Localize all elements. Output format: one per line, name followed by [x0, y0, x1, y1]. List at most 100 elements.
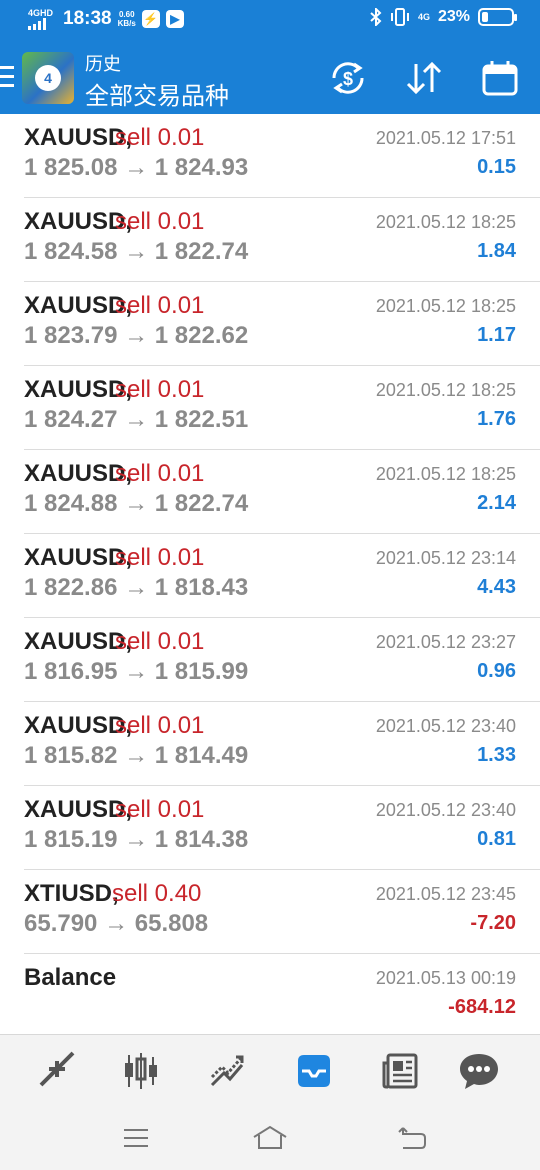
trade-prices: 1 816.95 → 1 815.99 — [24, 658, 248, 686]
trade-row[interactable]: XAUUSD, sell 0.01 1 823.79 → 1 822.62 2021.… — [0, 282, 540, 366]
arrow-icon: → — [104, 910, 129, 937]
network-4g: 4G — [417, 11, 430, 22]
system-nav-bar — [0, 1106, 540, 1170]
trade-side: sell 0.01 — [115, 376, 205, 403]
arrow-icon: → — [124, 742, 149, 769]
battery-icon — [478, 8, 517, 26]
network-speed: 0.60 KB/s — [117, 10, 136, 28]
trade-time: 2021.05.12 18:25 — [375, 212, 516, 232]
vibrate-icon — [390, 8, 409, 26]
trade-prices: 1 815.19 → 1 814.38 — [24, 826, 248, 854]
trade-row[interactable]: XAUUSD, sell 0.01 1 815.82 → 1 814.49 2021.… — [0, 702, 540, 786]
toolbar-title[interactable]: 全部交易品种 — [85, 76, 229, 111]
trade-time: 2021.05.12 18:25 — [375, 296, 516, 316]
trade-time: 2021.05.12 18:25 — [375, 464, 516, 484]
close-price: 65.808 — [134, 910, 209, 937]
trade-row[interactable]: XAUUSD, sell 0.01 1 824.58 → 1 822.74 2021.… — [0, 198, 540, 282]
trade-prices: 1 824.88 → 1 822.74 — [24, 490, 248, 518]
inbox-icon — [298, 1055, 330, 1087]
trade-side: sell 0.01 — [115, 628, 205, 655]
trade-side: sell 0.01 — [115, 208, 205, 235]
trade-prices: 1 825.08 → 1 824.93 — [24, 154, 248, 182]
back-icon[interactable] — [392, 1124, 432, 1152]
trade-side: sell 0.01 — [115, 460, 205, 487]
toolbar-subtitle: 历史 — [85, 54, 121, 74]
trade-time: 2021.05.12 23:27 — [375, 632, 516, 652]
home-icon[interactable] — [250, 1124, 290, 1152]
arrow-icon: → — [124, 322, 149, 349]
bottom-nav — [0, 1034, 540, 1106]
trade-prices: 1 815.82 → 1 814.49 — [24, 742, 248, 770]
open-price: 1 815.19 — [24, 826, 118, 853]
trade-row[interactable]: XAUUSD, sell 0.01 1 822.86 → 1 818.43 2021.… — [0, 534, 540, 618]
menu-icon[interactable] — [0, 66, 14, 88]
app-logo[interactable]: 4 — [22, 52, 74, 104]
trade-time: 2021.05.12 23:14 — [375, 548, 516, 568]
recent-apps-icon[interactable] — [116, 1124, 156, 1152]
trade-side: sell 0.01 — [115, 124, 205, 151]
trade-row[interactable]: XTIUSD, sell 0.40 65.790 → 65.808 2021.05.1… — [0, 870, 540, 954]
open-price: 65.790 — [24, 910, 98, 937]
trade-profit: 1.17 — [477, 324, 516, 346]
trade-row[interactable]: XAUUSD, sell 0.01 1 824.27 → 1 822.51 2021.… — [0, 366, 540, 450]
signal-icon: 4GHD — [28, 7, 54, 30]
trade-row[interactable]: XAUUSD, sell 0.01 1 824.88 → 1 822.74 2021.… — [0, 450, 540, 534]
nav-trade[interactable] — [206, 1049, 250, 1093]
trade-profit: 0.81 — [477, 828, 516, 850]
trade-profit: 0.96 — [477, 660, 516, 682]
chat-icon — [460, 1054, 498, 1089]
open-price: 1 824.88 — [24, 490, 118, 517]
open-price: 1 816.95 — [24, 658, 118, 685]
balance-row[interactable]: Balance 2021.05.13 00:19 -684.12 — [0, 954, 540, 1038]
trade-symbol: XTIUSD, — [24, 880, 119, 907]
trade-time: 2021.05.12 18:25 — [375, 380, 516, 400]
nav-messages[interactable] — [457, 1049, 501, 1093]
close-price: 1 814.49 — [154, 742, 249, 769]
currency-exchange-icon[interactable]: $ — [326, 56, 370, 100]
close-price: 1 815.99 — [154, 658, 249, 685]
trend-icon — [210, 1055, 244, 1087]
trade-side: sell 0.40 — [112, 880, 202, 907]
close-price: 1 822.62 — [154, 322, 249, 349]
trade-prices: 1 824.27 → 1 822.51 — [24, 406, 248, 434]
trade-time: 2021.05.12 17:51 — [375, 128, 516, 148]
trade-profit: 4.43 — [477, 576, 516, 598]
open-price: 1 824.58 — [24, 238, 118, 265]
trade-row[interactable]: XAUUSD, sell 0.01 1 815.19 → 1 814.38 2021.… — [0, 786, 540, 870]
sort-arrows-icon[interactable] — [402, 56, 446, 100]
network-type: 4GHD — [28, 7, 54, 18]
arrow-icon: → — [124, 826, 149, 853]
arrow-icon: → — [124, 154, 149, 181]
trade-row[interactable]: XAUUSD, sell 0.01 1 825.08 → 1 824.93 2021.… — [0, 114, 540, 198]
trade-profit: 1.76 — [477, 408, 516, 430]
status-left: 4GHD 18:38 0.60 KB/s ⚡ ▶ — [28, 8, 184, 30]
arrow-icon: → — [124, 490, 149, 517]
trade-prices: 1 823.79 → 1 822.62 — [24, 322, 248, 350]
battery-percent: 23% — [437, 8, 470, 25]
trade-time: 2021.05.12 23:40 — [375, 800, 516, 820]
trade-row[interactable]: XAUUSD, sell 0.01 1 816.95 → 1 815.99 2021.… — [0, 618, 540, 702]
balance-time: 2021.05.13 00:19 — [375, 968, 516, 988]
bluetooth-icon — [370, 8, 382, 26]
open-price: 1 823.79 — [24, 322, 118, 349]
open-price: 1 824.27 — [24, 406, 118, 433]
close-price: 1 822.74 — [154, 238, 249, 265]
history-list: XAUUSD, sell 0.01 1 825.08 → 1 824.93 2021.… — [0, 114, 540, 1038]
close-price: 1 818.43 — [154, 574, 249, 601]
candlestick-icon — [125, 1053, 157, 1089]
toolbar-actions: $ — [326, 56, 522, 100]
trade-side: sell 0.01 — [115, 544, 205, 571]
balance-value: -684.12 — [448, 996, 516, 1018]
trade-profit: 1.84 — [477, 240, 516, 262]
arrow-icon: → — [124, 238, 149, 265]
open-price: 1 822.86 — [24, 574, 118, 601]
status-bar: 4GHD 18:38 0.60 KB/s ⚡ ▶ 4G 23% — [0, 0, 540, 42]
nav-quotes[interactable] — [33, 1049, 77, 1093]
nav-news[interactable] — [378, 1049, 422, 1093]
arrow-icon: → — [124, 574, 149, 601]
trade-side: sell 0.01 — [115, 796, 205, 823]
nav-chart[interactable] — [119, 1049, 163, 1093]
calendar-icon[interactable] — [478, 56, 522, 100]
nav-history[interactable] — [292, 1049, 336, 1093]
newspaper-icon — [382, 1053, 418, 1089]
